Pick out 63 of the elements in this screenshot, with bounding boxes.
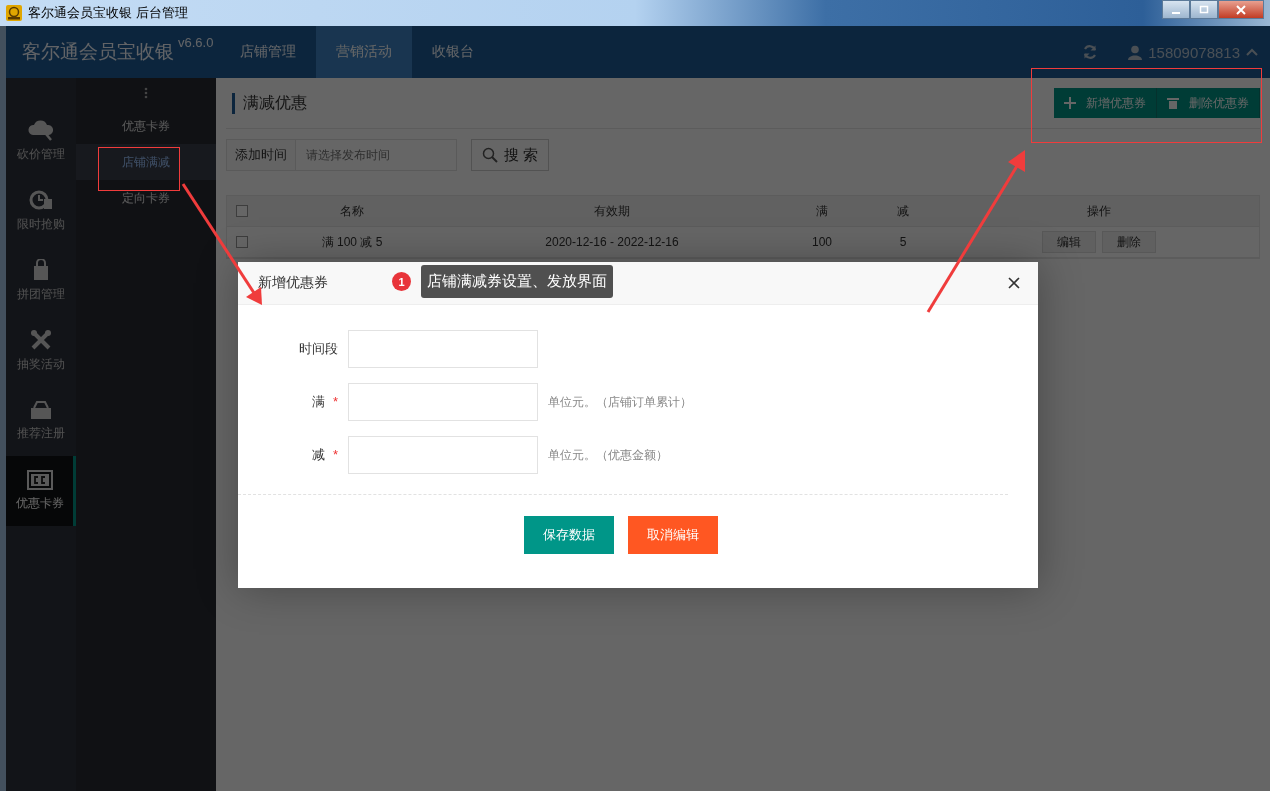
column-header: 操作	[1086, 202, 1112, 220]
column-header: 满	[815, 202, 829, 220]
refresh-icon[interactable]	[1082, 44, 1099, 60]
nav-tab[interactable]: 营销活动	[316, 26, 412, 78]
column-header: 减	[896, 202, 910, 220]
tools-icon	[30, 329, 52, 351]
table-cell-text: 满 100 减 5	[320, 233, 384, 251]
save-button[interactable]: 保存数据	[524, 516, 614, 554]
table-cell-text: 5	[898, 235, 908, 249]
input-field[interactable]	[348, 330, 538, 368]
edit-button[interactable]: 编辑	[1042, 231, 1096, 253]
trash-icon	[1167, 97, 1179, 109]
input-field[interactable]	[348, 436, 538, 474]
submenu-item[interactable]: 优惠卡券	[76, 108, 216, 144]
checkbox[interactable]	[236, 205, 248, 217]
page-title: 满减优惠	[232, 92, 307, 114]
window-title: 客尔通会员宝收银 后台管理	[28, 4, 188, 22]
submenu-item[interactable]: 定向卡券	[76, 180, 216, 216]
maximize-icon	[1198, 4, 1210, 15]
cloud-icon	[28, 119, 54, 141]
cancel-button[interactable]: 取消编辑	[628, 516, 718, 554]
caret-icon[interactable]	[1246, 48, 1258, 56]
version-label: v6.6.0	[178, 35, 214, 50]
table-cell-text: 2020-12-16 - 2022-12-16	[544, 235, 680, 249]
filter-label: 添加时间	[226, 139, 296, 171]
app-logo-icon	[6, 5, 22, 21]
required-mark: *	[332, 447, 338, 462]
minimize-icon	[1172, 11, 1180, 14]
delete-button[interactable]: 删除	[1102, 231, 1156, 253]
modal-title: 新增优惠券	[258, 274, 328, 292]
search-button[interactable]: 搜 索	[471, 139, 550, 171]
table-cell-text: 100	[811, 235, 833, 249]
annotation-callout: 店铺满减券设置、发放界面	[421, 265, 613, 298]
minimize-button[interactable]	[1162, 0, 1190, 19]
search-icon	[482, 147, 498, 163]
close-icon[interactable]	[1008, 277, 1020, 289]
field-label: 减	[312, 447, 326, 462]
required-mark: *	[332, 394, 338, 409]
field-label: 时间段	[299, 341, 338, 356]
nav-tab[interactable]: 收银台	[412, 26, 494, 78]
sidebar-item[interactable]: 优惠卡券	[6, 456, 76, 526]
more-vertical-icon[interactable]	[144, 87, 148, 99]
column-header: 名称	[339, 202, 365, 220]
box-icon	[29, 400, 53, 420]
maximize-button[interactable]	[1190, 0, 1218, 19]
close-icon	[1235, 4, 1247, 15]
checkbox[interactable]	[236, 236, 248, 248]
column-header: 有效期	[593, 202, 631, 220]
submenu-item[interactable]: 店铺满减	[76, 144, 216, 180]
clock-icon	[29, 189, 53, 211]
input-field[interactable]	[348, 383, 538, 421]
brand-name: 客尔通会员宝收银	[22, 40, 174, 64]
close-button[interactable]	[1218, 0, 1264, 19]
nav-tab[interactable]: 店铺管理	[220, 26, 316, 78]
delete-coupon-button[interactable]: 删除优惠券	[1157, 88, 1260, 118]
user-icon	[1128, 44, 1143, 60]
plus-icon	[1064, 97, 1076, 109]
user-account[interactable]: 15809078813	[1148, 43, 1240, 61]
field-label: 满	[312, 394, 326, 409]
field-hint: 单位元。（店铺订单累计）	[548, 393, 692, 411]
coupon-cc-icon	[26, 470, 53, 490]
field-hint: 单位元。（优惠金额）	[548, 446, 668, 464]
add-coupon-button[interactable]: 新增优惠券	[1054, 88, 1157, 118]
